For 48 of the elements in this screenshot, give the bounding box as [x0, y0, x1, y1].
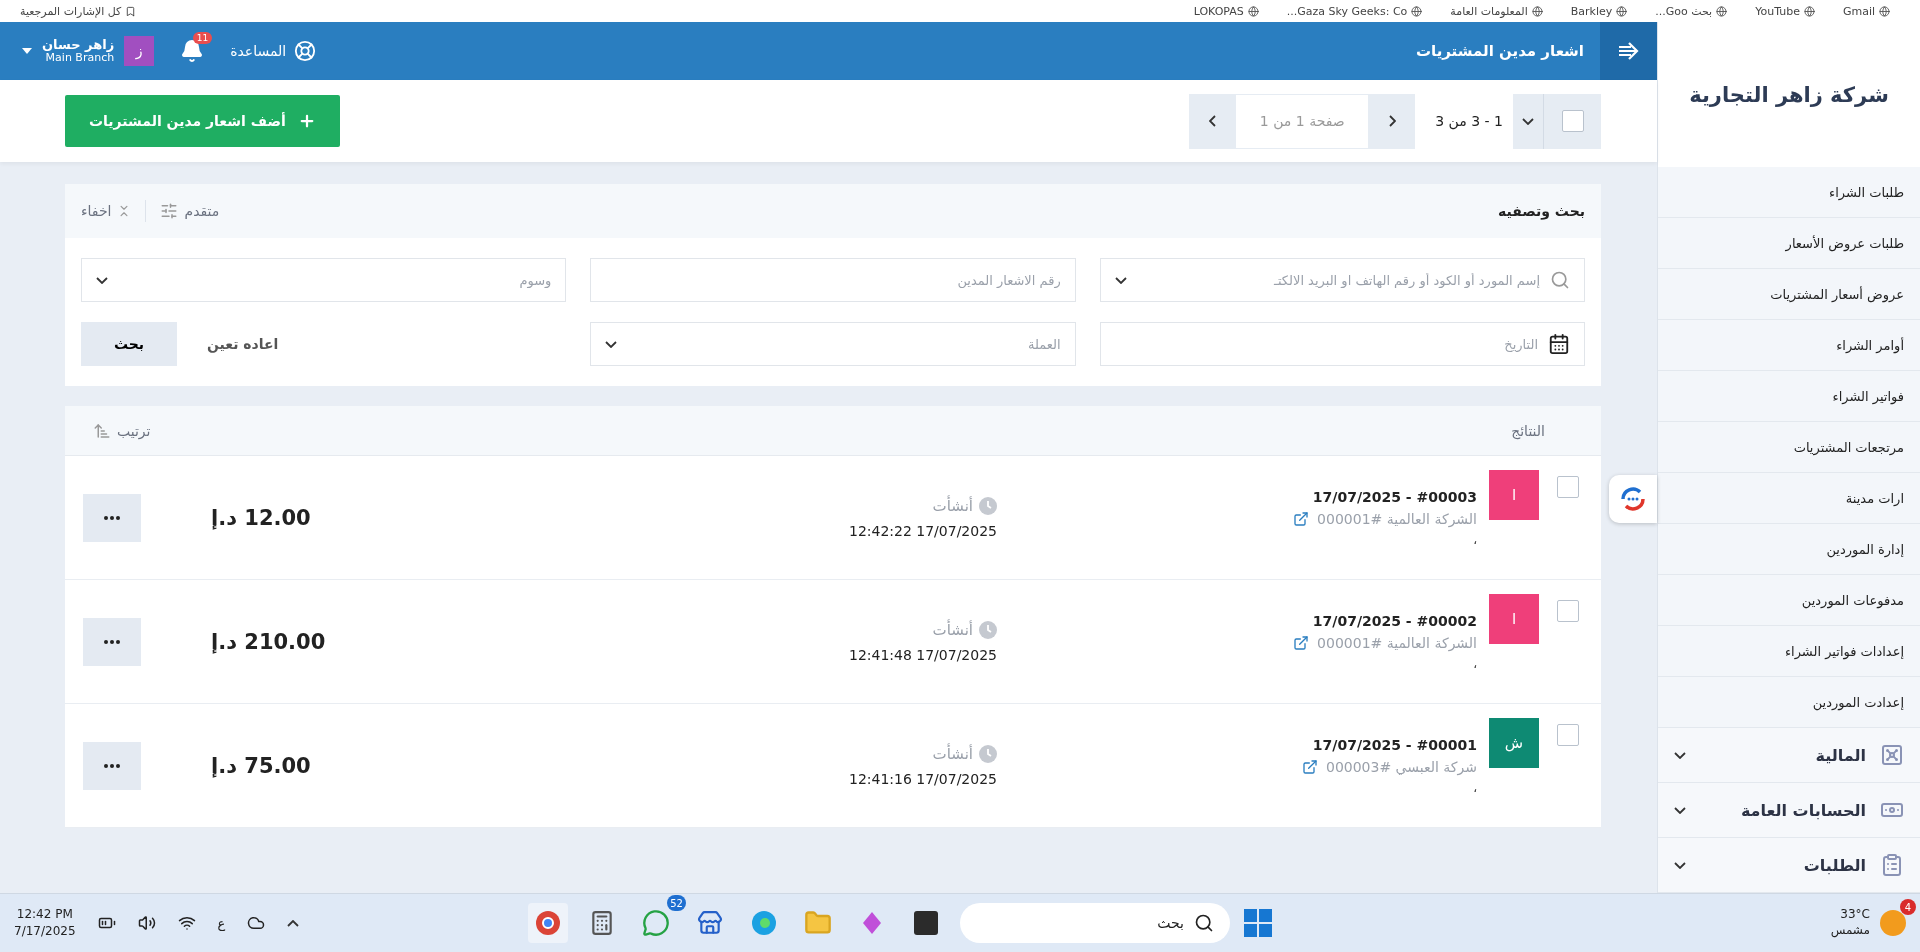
status-badge: ش [1489, 718, 1539, 768]
page-title: اشعار مدين المشتريات [1414, 42, 1585, 60]
filter-title: بحث وتصفيه [1497, 203, 1585, 219]
results-title: النتائج [1511, 422, 1545, 439]
company-name: شركة زاهر التجارية [1658, 22, 1920, 168]
status-badge: ا [1489, 594, 1539, 644]
user-name: زاهر حسان [42, 37, 115, 52]
taskbar-search-field[interactable]: بحث [959, 903, 1230, 943]
bookmark-link[interactable]: Gaza Sky Geeks: Co... [1286, 4, 1423, 18]
sort-button[interactable]: ترتيب [93, 421, 151, 440]
record-range: 1 - 3 من 3 [1434, 113, 1504, 129]
note-text: ، [1473, 656, 1477, 671]
weather-badge: 4 [1900, 899, 1916, 916]
created-label: أنشأت [932, 744, 997, 763]
note-text: ، [1473, 532, 1477, 547]
advanced-link[interactable]: متقدم [160, 202, 220, 220]
reset-link[interactable]: اعاده تعين [207, 336, 279, 352]
status-badge: ا [1489, 470, 1539, 520]
all-bookmarks-link[interactable]: كل الإشارات المرجعية [20, 4, 137, 18]
hide-link[interactable]: اخفاء [81, 203, 132, 219]
record-title: 17/07/2025 - #00003 [1312, 488, 1477, 505]
bookmark-link[interactable]: بحث Goo... [1655, 4, 1728, 18]
help-link[interactable]: المساعدة [230, 40, 317, 62]
record-title: 17/07/2025 - #00002 [1312, 612, 1477, 629]
record-title: 17/07/2025 - #00001 [1312, 736, 1477, 753]
created-time: 12:41:16 17/07/2025 [848, 770, 997, 787]
message-count: 52 [667, 895, 686, 911]
bookmark-link[interactable]: Barkley [1570, 4, 1628, 18]
temperature: 33°C [1839, 907, 1870, 923]
amount: 12.00 د.إ [211, 505, 311, 530]
bookmark-link[interactable]: المعلومات العامة [1450, 4, 1543, 18]
user-avatar: ز [124, 36, 155, 66]
amount: 75.00 د.إ [211, 753, 311, 778]
bookmark-link[interactable]: YouTube [1755, 4, 1815, 18]
search-button[interactable]: بحث [81, 322, 177, 366]
notification-count: 11 [192, 32, 213, 44]
created-time: 12:42:22 17/07/2025 [848, 522, 997, 539]
input-language[interactable]: ع [217, 915, 226, 931]
weather-condition: مشمس [1830, 923, 1870, 939]
created-time: 12:41:48 17/07/2025 [848, 646, 997, 663]
amount: 210.00 د.إ [211, 629, 326, 654]
created-label: أنشأت [932, 620, 997, 639]
taskbar-clock[interactable]: 12:42 PM 7/17/2025 [14, 906, 76, 940]
note-text: ، [1473, 780, 1477, 795]
branch-name: Main Branch [45, 52, 115, 65]
created-label: أنشأت [932, 496, 997, 515]
bookmark-link[interactable]: Gmail [1842, 4, 1890, 18]
bookmark-link[interactable]: LOKOPAS [1193, 4, 1259, 18]
